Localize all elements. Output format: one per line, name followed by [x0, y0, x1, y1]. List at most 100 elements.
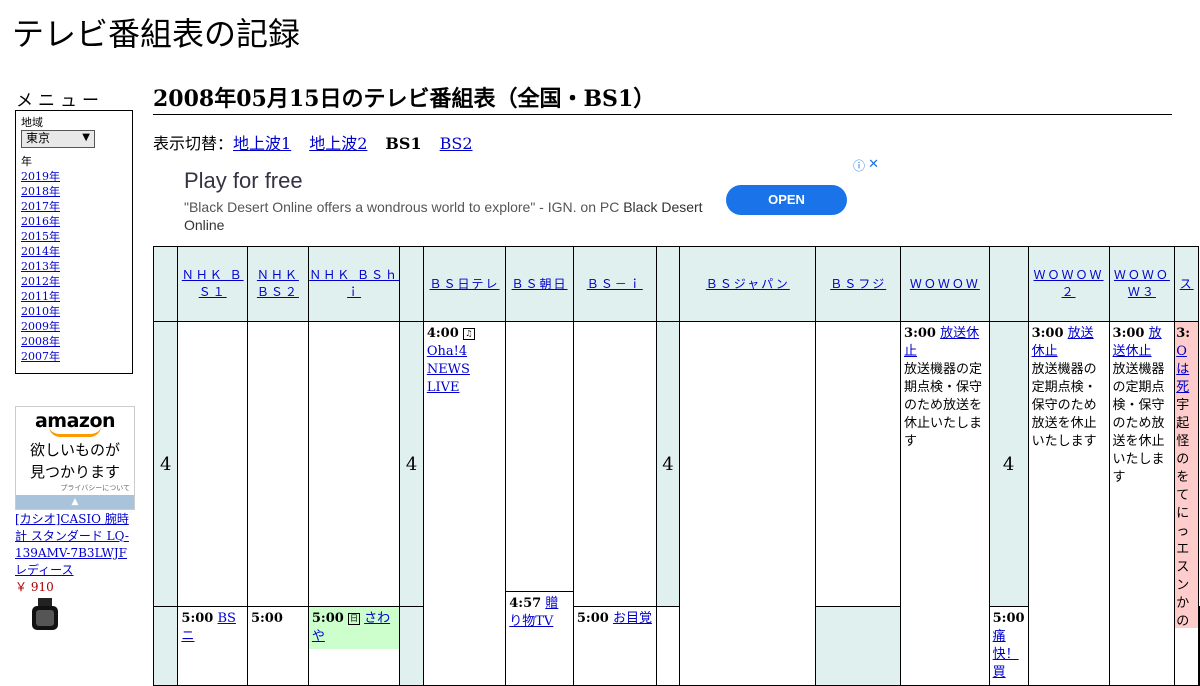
- view-switch-label: 表示切替：: [153, 134, 234, 153]
- program-cell: 5:00 痛快！買: [988, 606, 1029, 686]
- year-link[interactable]: 2019年: [21, 170, 60, 183]
- page-heading: 2008年05月15日のテレビ番組表（全国・BS1）: [153, 84, 1172, 115]
- year-link[interactable]: 2007年: [21, 350, 60, 363]
- channel-link[interactable]: ＷＯＷＯＷ２: [1034, 268, 1104, 299]
- channel-link[interactable]: ＢＳフジ: [830, 277, 886, 291]
- watch-product-image[interactable]: [24, 598, 66, 630]
- year-link[interactable]: 2009年: [21, 320, 60, 333]
- channel-header: ＢＳ朝日: [505, 246, 574, 322]
- channel-header: ＷＯＷＯＷ: [900, 246, 990, 322]
- menu-box: 地域 東京 ▼ 年 2019年 2018年 2017年 2016年 2015年 …: [15, 110, 133, 374]
- channel-link[interactable]: ＷＯＷＯＷ: [910, 277, 980, 291]
- channel-header: ＢＳ日テレ: [422, 246, 507, 322]
- channel-header: ＢＳジャパン: [679, 246, 817, 322]
- program-title-link[interactable]: 痛快！買: [993, 629, 1019, 680]
- region-select-value: 東京: [26, 131, 51, 145]
- year-link[interactable]: 2008年: [21, 335, 60, 348]
- view-option-bs1-current: BS1: [385, 134, 422, 153]
- channel-link[interactable]: ＮＨＫ ＢＳ１: [182, 268, 244, 299]
- program-time: 3:: [1176, 326, 1191, 341]
- year-link[interactable]: 2016年: [21, 215, 60, 228]
- hour-cell: 4: [988, 321, 1029, 607]
- program-cell: 5:00 BSニ: [177, 606, 248, 686]
- amazon-tagline-1: 欲しいものが: [29, 441, 120, 459]
- channel-link[interactable]: ＮＨＫ ＢＳｈｉ: [309, 268, 398, 299]
- year-link[interactable]: 2011年: [21, 290, 60, 303]
- hour-header: [399, 246, 424, 322]
- year-link[interactable]: 2017年: [21, 200, 60, 213]
- chevron-up-icon: ▲: [71, 497, 79, 507]
- channel-link[interactable]: ＢＳ朝日: [512, 277, 568, 291]
- program-cell-empty: [815, 321, 902, 607]
- program-time: 3:00: [1112, 326, 1145, 341]
- program-description: 放送機器の定期点検・保守のため放送を休止いたします: [904, 362, 983, 449]
- year-link[interactable]: 2014年: [21, 245, 60, 258]
- year-link[interactable]: 2018年: [21, 185, 60, 198]
- menu-heading: メニュー: [16, 91, 104, 111]
- program-time: 4:57: [509, 596, 542, 611]
- program-cell-empty: [679, 321, 817, 686]
- channel-link[interactable]: ス: [1180, 277, 1194, 291]
- channel-header: ＮＨＫ ＢＳｈｉ: [307, 246, 401, 322]
- product-link[interactable]: [カシオ]CASIO 腕時計 スタンダード LQ-139AMV-7B3LWJF …: [15, 511, 137, 579]
- channel-header: ス: [1174, 246, 1199, 322]
- amazon-tagline-2: 見つかります: [29, 463, 120, 481]
- year-link[interactable]: 2012年: [21, 275, 60, 288]
- program-time: 5:00: [992, 611, 1025, 626]
- hour-cell: [399, 606, 424, 686]
- year-link[interactable]: 2015年: [21, 230, 60, 243]
- hour-cell: 4: [399, 321, 424, 607]
- view-switch: 表示切替：地上波1 地上波2 BS1 BS2: [153, 134, 491, 154]
- amazon-logo: amazon: [34, 410, 116, 432]
- channel-header: ＷＯＷＯＷ２: [1027, 246, 1110, 322]
- channel-header: ＮＨＫ ＢＳ２: [246, 246, 309, 322]
- channel-header: ＢＳフジ: [815, 246, 902, 322]
- program-title-link[interactable]: O は死: [1176, 344, 1189, 395]
- view-option-terrestrial1[interactable]: 地上波1: [233, 134, 291, 153]
- program-cell-empty: [177, 321, 248, 607]
- channel-link[interactable]: ＢＳジャパン: [706, 277, 790, 291]
- program-cell-empty: [655, 606, 681, 686]
- amazon-ad-banner[interactable]: amazon 欲しいものが 見つかります プライバシーについて ▲: [15, 406, 135, 510]
- program-time: 5:00: [181, 611, 214, 626]
- ad-open-button[interactable]: OPEN: [726, 185, 847, 215]
- program-title-link[interactable]: Oha!4 NEWS LIVE: [427, 344, 470, 395]
- product-price: ￥ 910: [15, 580, 54, 594]
- program-cell: 3:00 放送休止 放送機器の定期点検・保守のため放送を休止いたします: [1027, 321, 1110, 686]
- year-link[interactable]: 2010年: [21, 305, 60, 318]
- channel-link[interactable]: ＷＯＷＯＷ３: [1114, 268, 1170, 299]
- program-time: 5:00: [576, 611, 609, 626]
- amazon-privacy-link[interactable]: プライバシーについて: [16, 483, 134, 493]
- ad-title[interactable]: Play for free: [184, 168, 303, 194]
- program-cell: 3: O は死 宇起怪のをてにっエスンかの: [1174, 321, 1199, 686]
- hour-cell: [1198, 606, 1200, 686]
- ad-close-icon[interactable]: ✕: [868, 156, 879, 172]
- view-option-terrestrial2[interactable]: 地上波2: [309, 134, 367, 153]
- display-ad[interactable]: Play for free "Black Desert Online offer…: [153, 156, 881, 244]
- program-time: 3:00: [904, 326, 936, 341]
- year-list: 2019年 2018年 2017年 2016年 2015年 2014年 2013…: [21, 169, 127, 364]
- year-link[interactable]: 2013年: [21, 260, 60, 273]
- hour-header: [655, 246, 681, 322]
- program-title-link[interactable]: お目覚: [613, 611, 652, 626]
- view-option-bs2[interactable]: BS2: [440, 134, 473, 153]
- music-note-icon: ♫: [462, 327, 475, 340]
- channel-link[interactable]: ＢＳ－ｉ: [587, 277, 643, 291]
- program-cell: 3:00 放送休止 放送機器の定期点検・保守のため放送を休止いたします: [1108, 321, 1176, 686]
- ad-info-icon[interactable]: ⓘ: [853, 157, 865, 174]
- hour-header: [988, 246, 1029, 322]
- program-time: 4:00: [426, 326, 459, 341]
- program-description: 宇起怪のをてにっエスンかの: [1176, 398, 1190, 629]
- channel-header: ＮＨＫ ＢＳ１: [177, 246, 248, 322]
- program-description: 放送機器の定期点検・保守のため放送を休止いたします: [1112, 362, 1165, 485]
- amazon-expand-bar[interactable]: ▲: [16, 495, 134, 509]
- channel-link[interactable]: ＮＨＫ ＢＳ２: [257, 268, 299, 299]
- program-cell: 4:57 贈り物TV: [505, 591, 574, 686]
- channel-link[interactable]: ＢＳ日テレ: [430, 277, 500, 291]
- program-cell: 4:00 ♫ Oha!4 NEWS LIVE: [422, 321, 507, 686]
- program-time: 5:00: [250, 611, 283, 626]
- region-select[interactable]: 東京 ▼: [21, 130, 95, 148]
- program-cell-empty: [572, 321, 657, 607]
- year-label: 年: [21, 155, 32, 168]
- program-cell-empty: [246, 321, 309, 607]
